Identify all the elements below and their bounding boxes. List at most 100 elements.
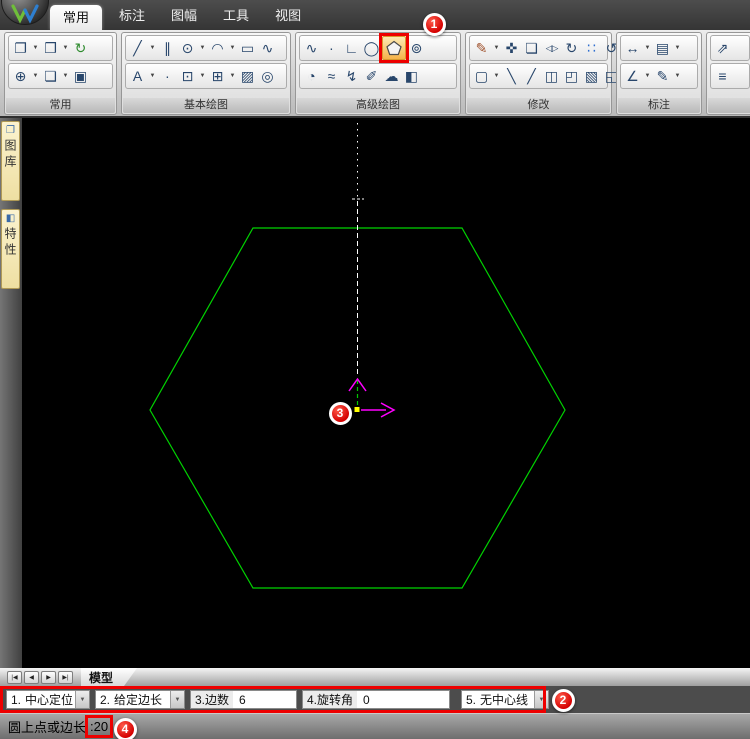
display-icon[interactable]: ▣ — [71, 65, 90, 87]
annotation-badge-4: 4 — [113, 717, 137, 739]
solid-icon[interactable]: ◧ — [402, 65, 421, 87]
icon-row: ↔ ▼ ▤ ▼ — [620, 35, 698, 61]
table-icon[interactable]: ⊞ — [208, 65, 227, 87]
chevron-down-icon[interactable]: ▼ — [228, 37, 237, 59]
chevron-down-icon[interactable]: ▼ — [673, 37, 682, 59]
icon-row: ✎ ▼ ✜ ❏ ◁▷ ↻ ∷ ↺ — [469, 35, 617, 61]
point-style-icon[interactable]: ∙ — [322, 37, 341, 59]
erase-icon[interactable]: ✎ — [472, 37, 491, 59]
option-input[interactable]: 6 — [233, 693, 296, 707]
option-centerline-mode[interactable]: 5. 无中心线 ▼ — [461, 690, 549, 709]
chevron-down-icon[interactable]: ▼ — [31, 65, 40, 87]
print-preview-icon[interactable]: ❏ — [41, 65, 60, 87]
chevron-down-icon[interactable]: ▼ — [148, 65, 157, 87]
chevron-down-icon[interactable]: ▼ — [148, 37, 157, 59]
callout-icon[interactable]: ⊡ — [178, 65, 197, 87]
chevron-down-icon[interactable]: ▼ — [673, 65, 682, 87]
next-sheet-button[interactable]: ▶ — [41, 670, 56, 684]
option-size-mode[interactable]: 2. 给定边长 ▼ — [95, 690, 185, 709]
region-icon[interactable]: ◎ — [258, 65, 277, 87]
move-icon[interactable]: ✜ — [502, 37, 521, 59]
status-value-highlight: :20 — [85, 715, 114, 738]
chevron-down-icon[interactable]: ▼ — [534, 691, 548, 708]
point-icon[interactable]: ∙ — [158, 65, 177, 87]
parallel-icon[interactable]: ∥ — [158, 37, 177, 59]
tab-sheet[interactable]: 图幅 — [158, 2, 210, 30]
line-icon[interactable]: ╱ — [128, 37, 147, 59]
chevron-down-icon[interactable]: ▼ — [198, 37, 207, 59]
app-logo[interactable] — [1, 0, 49, 25]
stretch-icon[interactable]: ◫ — [542, 65, 561, 87]
sidebar-tab-library[interactable]: ❐ 图库 — [1, 121, 20, 201]
ribbon-tab-bar: 常用 标注 图幅 工具 视图 — [0, 0, 750, 30]
option-input[interactable]: 0 — [357, 693, 449, 707]
ellipse-icon[interactable]: ◯ — [362, 37, 381, 59]
chevron-down-icon[interactable]: ▼ — [198, 65, 207, 87]
zoom-icon[interactable]: ⊕ — [11, 65, 30, 87]
formula-curve-icon[interactable]: ∟ — [342, 37, 361, 59]
copy-object-icon[interactable]: ❏ — [522, 37, 541, 59]
first-sheet-button[interactable]: |◀ — [7, 670, 22, 684]
refresh-icon[interactable]: ↻ — [71, 37, 90, 59]
option-rotation-angle[interactable]: 4.旋转角 0 — [302, 690, 450, 709]
style-manager-icon[interactable]: ⇗ — [713, 37, 732, 59]
icon-row: ≡ — [710, 63, 750, 89]
array-icon[interactable]: ∷ — [582, 37, 601, 59]
tab-view[interactable]: 视图 — [262, 2, 314, 30]
option-edge-count[interactable]: 3.边数 6 — [190, 690, 297, 709]
hatch-icon[interactable]: ▨ — [238, 65, 257, 87]
chevron-down-icon[interactable]: ▼ — [61, 65, 70, 87]
chevron-down-icon[interactable]: ▼ — [492, 37, 501, 59]
chevron-down-icon[interactable]: ▼ — [643, 65, 652, 87]
box-3d-icon[interactable]: ▧ — [582, 65, 601, 87]
dim-edit-icon[interactable]: ✎ — [653, 65, 672, 87]
cloud-line-icon[interactable]: ☁ — [382, 65, 401, 87]
text-icon[interactable]: A — [128, 65, 147, 87]
rectangle-icon[interactable]: ▭ — [238, 37, 257, 59]
curve-icon[interactable]: ∿ — [302, 37, 321, 59]
paste-icon[interactable]: ❒ — [41, 37, 60, 59]
linear-dim-icon[interactable]: ↔ — [623, 37, 642, 59]
prev-sheet-button[interactable]: ◀ — [24, 670, 39, 684]
wave-line-icon[interactable]: ≈ — [322, 65, 341, 87]
icon-row: ◔ ≈ ↯ ✐ ☁ ◧ — [299, 63, 457, 89]
angle-dim-icon[interactable]: ∠ — [623, 65, 642, 87]
spline-icon[interactable]: ∿ — [258, 37, 277, 59]
pie-icon[interactable]: ◔ — [302, 65, 321, 87]
chevron-down-icon[interactable]: ▼ — [170, 691, 184, 708]
line-width-icon[interactable]: ≡ — [713, 65, 732, 87]
chevron-down-icon[interactable]: ▼ — [492, 65, 501, 87]
mirror-icon[interactable]: ◁▷ — [542, 37, 561, 59]
circle-icon[interactable]: ⊙ — [178, 37, 197, 59]
chevron-down-icon[interactable]: ▼ — [75, 691, 90, 708]
tab-model[interactable]: 模型 — [81, 668, 137, 686]
tab-tools[interactable]: 工具 — [210, 2, 262, 30]
select-icon[interactable]: ▢ — [472, 65, 491, 87]
pointer-icon[interactable]: ✐ — [362, 65, 381, 87]
status-bar: 圆上点或边长:20 4 — [0, 713, 750, 739]
app-window: 常用 标注 图幅 工具 视图 ❐ ▼ ❒ ▼ ↻ ⊕ ▼ ❏ ▼ ▣ 常用 ╱ ▼ ∥ ⊙ ▼ ◠ ▼ ▭ ∿ A ▼ ∙ ⊡… — [0, 0, 750, 739]
rotate-icon[interactable]: ↻ — [562, 37, 581, 59]
revolve-icon[interactable]: ⊚ — [407, 37, 426, 59]
copy-icon[interactable]: ❐ — [11, 37, 30, 59]
trim-icon[interactable]: ╲ — [502, 65, 521, 87]
last-sheet-button[interactable]: ▶| — [58, 670, 73, 684]
tab-common[interactable]: 常用 — [50, 5, 103, 30]
sidebar-tab-properties[interactable]: ◧ 特性 — [1, 209, 20, 289]
ribbon-group-label: 基本绘图 — [123, 98, 289, 113]
coord-dim-icon[interactable]: ▤ — [653, 37, 672, 59]
icon-row: ∿ ∙ ∟ ◯ ⊚ — [299, 33, 457, 63]
arc-icon[interactable]: ◠ — [208, 37, 227, 59]
explode-icon[interactable]: ◰ — [562, 65, 581, 87]
option-position-mode[interactable]: 1. 中心定位 ▼ — [6, 690, 90, 709]
chevron-down-icon[interactable]: ▼ — [228, 65, 237, 87]
chevron-down-icon[interactable]: ▼ — [31, 37, 40, 59]
tab-dimension[interactable]: 标注 — [106, 2, 158, 30]
chevron-down-icon[interactable]: ▼ — [61, 37, 70, 59]
drawing-canvas[interactable] — [22, 118, 750, 668]
ribbon-group-extra: ⇗ ≡ — [706, 32, 750, 115]
break-line-icon[interactable]: ↯ — [342, 65, 361, 87]
extend-icon[interactable]: ╱ — [522, 65, 541, 87]
chevron-down-icon[interactable]: ▼ — [643, 37, 652, 59]
polygon-button[interactable] — [379, 33, 409, 63]
